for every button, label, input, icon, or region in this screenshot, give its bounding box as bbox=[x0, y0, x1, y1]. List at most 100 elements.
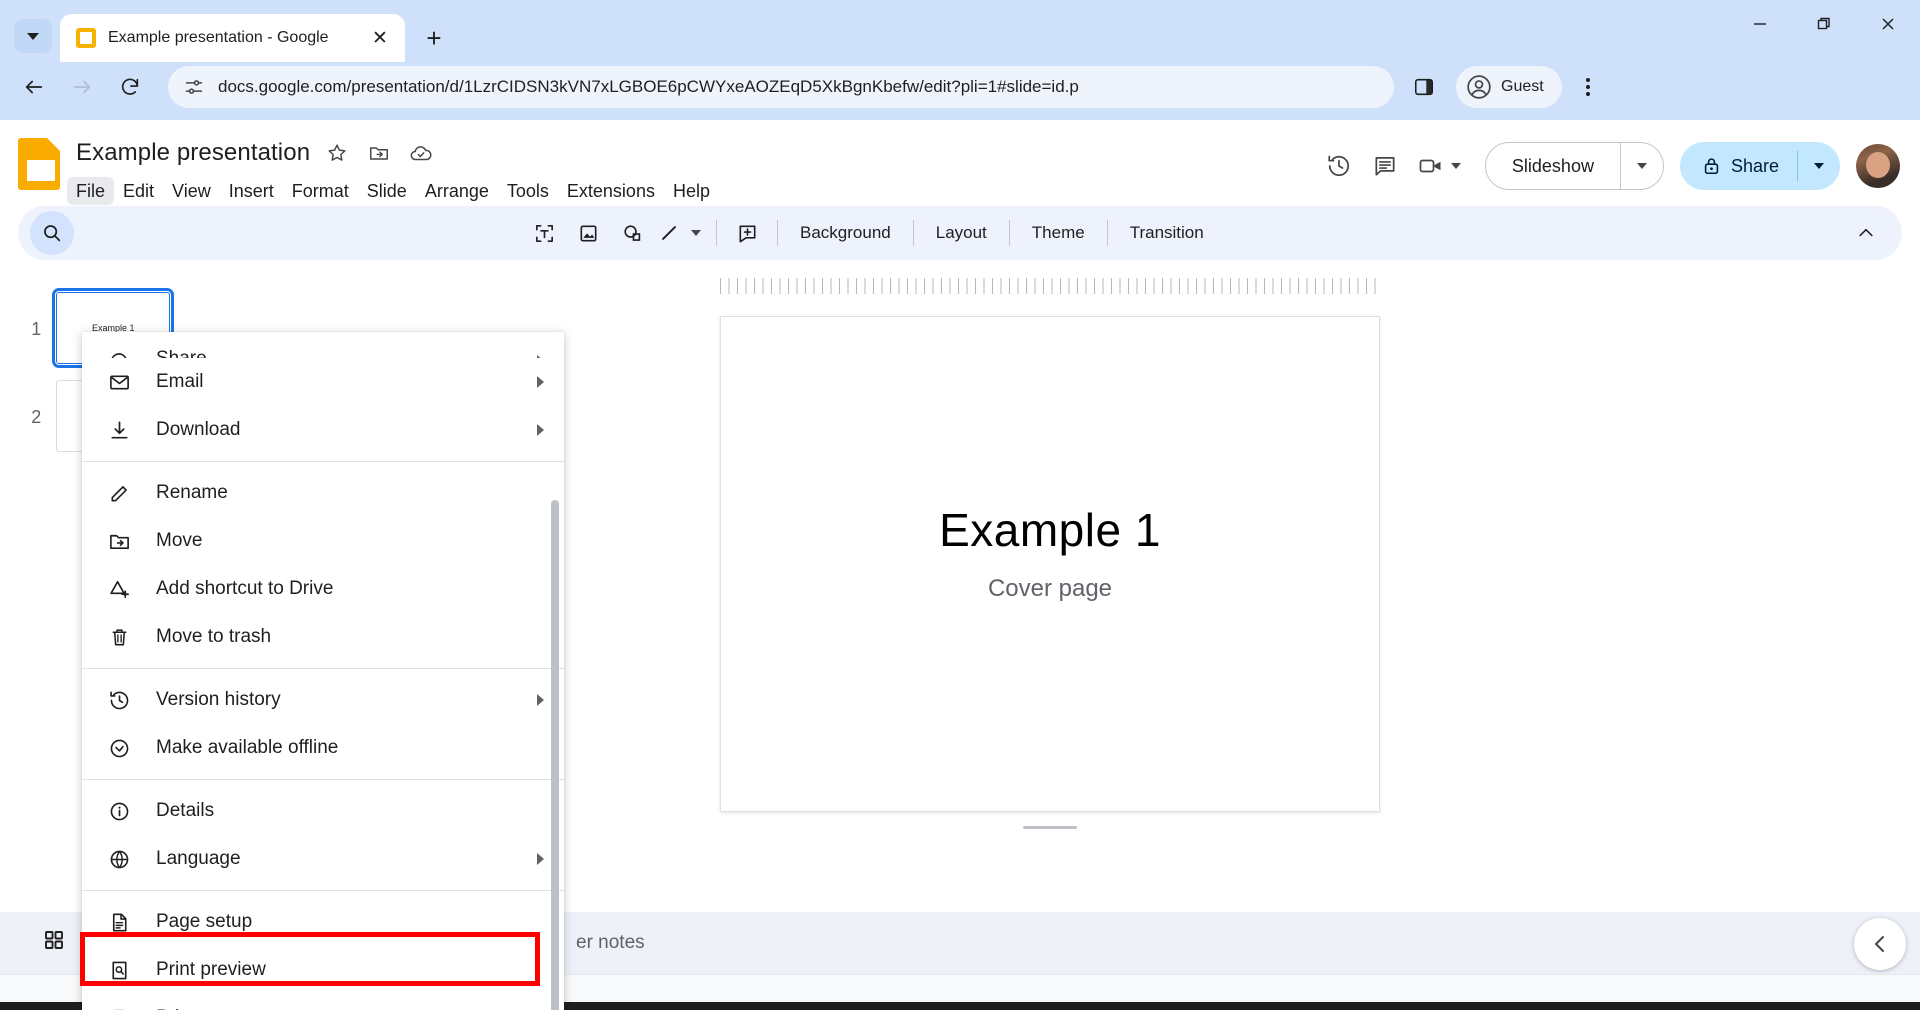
slideshow-label[interactable]: Slideshow bbox=[1486, 156, 1620, 177]
tab-search-icon[interactable] bbox=[14, 19, 52, 53]
menu-item-print[interactable]: Print Ctrl+P bbox=[82, 994, 564, 1010]
menu-arrange[interactable]: Arrange bbox=[416, 177, 498, 205]
browser-tab[interactable]: Example presentation - Google ✕ bbox=[60, 14, 405, 62]
layout-button[interactable]: Layout bbox=[922, 215, 1001, 251]
email-icon bbox=[104, 371, 134, 394]
menu-item-label: Make available offline bbox=[156, 737, 339, 758]
speaker-notes-placeholder[interactable]: er notes bbox=[576, 932, 645, 954]
notes-resize-handle[interactable] bbox=[1023, 826, 1077, 829]
page-title[interactable]: Example presentation bbox=[76, 139, 310, 167]
divider bbox=[1106, 220, 1108, 246]
menu-tools[interactable]: Tools bbox=[498, 177, 558, 205]
menu-item-make-available-offline[interactable]: Make available offline bbox=[82, 724, 564, 772]
line-icon[interactable] bbox=[654, 211, 684, 255]
slide-number: 1 bbox=[31, 319, 42, 339]
menu-item-rename[interactable]: Rename bbox=[82, 469, 564, 517]
chevron-left-icon[interactable] bbox=[1854, 918, 1906, 970]
grid-view-icon[interactable] bbox=[36, 922, 72, 958]
tab-strip: Example presentation - Google ✕ + bbox=[0, 0, 1920, 62]
menu-item-label: Move to trash bbox=[156, 626, 272, 647]
menu-edit[interactable]: Edit bbox=[114, 177, 163, 205]
background-button[interactable]: Background bbox=[786, 215, 905, 251]
pencil-icon bbox=[104, 482, 134, 505]
slideshow-dropdown-button[interactable] bbox=[1621, 163, 1663, 169]
docs-header: Example presentation File Edit View Inse… bbox=[0, 120, 1920, 206]
divider bbox=[777, 220, 778, 246]
star-icon[interactable] bbox=[322, 138, 352, 168]
forward-arrow-icon[interactable] bbox=[60, 65, 104, 109]
transition-button[interactable]: Transition bbox=[1116, 215, 1218, 251]
close-icon[interactable] bbox=[1856, 0, 1920, 48]
slide-subtitle-text[interactable]: Cover page bbox=[721, 575, 1379, 603]
share-button[interactable]: Share bbox=[1679, 142, 1840, 190]
divider bbox=[1008, 220, 1010, 246]
menu-item-move[interactable]: Move bbox=[82, 517, 564, 565]
restore-icon[interactable] bbox=[1792, 0, 1856, 48]
back-arrow-icon[interactable] bbox=[12, 65, 56, 109]
slideshow-button[interactable]: Slideshow bbox=[1484, 142, 1664, 190]
divider bbox=[912, 220, 914, 246]
clock-history-icon[interactable] bbox=[1316, 143, 1362, 189]
new-tab-button[interactable]: + bbox=[411, 18, 457, 58]
menu-item-download[interactable]: Download bbox=[82, 406, 564, 454]
header-actions: Slideshow Share bbox=[1316, 142, 1900, 190]
share-dropdown-button[interactable] bbox=[1798, 163, 1840, 169]
address-bar[interactable]: docs.google.com/presentation/d/1LzrCIDSN… bbox=[168, 66, 1394, 108]
cloud-saved-icon[interactable] bbox=[406, 138, 436, 168]
lock-icon bbox=[1702, 156, 1721, 176]
menu-extensions[interactable]: Extensions bbox=[558, 177, 664, 205]
profile-button[interactable]: Guest bbox=[1456, 66, 1562, 108]
menu-view[interactable]: View bbox=[163, 177, 220, 205]
menu-item-version-history[interactable]: Version history bbox=[82, 676, 564, 724]
minimize-icon[interactable] bbox=[1728, 0, 1792, 48]
tab-search-button[interactable] bbox=[6, 12, 60, 60]
chevron-down-icon bbox=[1636, 163, 1647, 169]
video-camera-icon[interactable] bbox=[1408, 143, 1469, 189]
menu-item-print-preview[interactable]: Print preview bbox=[82, 946, 564, 994]
shape-icon[interactable] bbox=[610, 211, 654, 255]
chevron-down-icon bbox=[1450, 163, 1461, 169]
menu-help[interactable]: Help bbox=[664, 177, 719, 205]
menu-item-label: Page setup bbox=[156, 911, 253, 932]
current-slide[interactable]: Example 1 Cover page bbox=[720, 316, 1380, 812]
close-icon[interactable]: ✕ bbox=[367, 25, 393, 51]
file-dropdown-menu[interactable]: Share Email bbox=[82, 332, 564, 1010]
menu-item-label: Details bbox=[156, 800, 215, 821]
search-icon[interactable] bbox=[30, 211, 74, 255]
account-circle-icon bbox=[1466, 74, 1492, 100]
reload-icon[interactable] bbox=[108, 65, 152, 109]
menu-divider bbox=[82, 668, 564, 669]
menu-divider bbox=[82, 779, 564, 780]
chevron-up-icon[interactable] bbox=[1846, 213, 1886, 253]
menu-item-add-shortcut-to-drive[interactable]: Add shortcut to Drive bbox=[82, 565, 564, 613]
google-slides-logo[interactable] bbox=[18, 138, 60, 190]
three-dot-menu-icon[interactable] bbox=[1566, 65, 1610, 109]
menu-item-share[interactable]: Share bbox=[82, 332, 564, 358]
theme-button[interactable]: Theme bbox=[1018, 215, 1099, 251]
menu-item-label: Version history bbox=[156, 689, 281, 710]
menu-item-language[interactable]: Language bbox=[82, 835, 564, 883]
side-panel-icon[interactable] bbox=[1402, 65, 1446, 109]
menu-item-label: Print preview bbox=[156, 959, 266, 980]
menu-item-email[interactable]: Email bbox=[82, 358, 564, 406]
menu-item-label: Move bbox=[156, 530, 203, 551]
line-dropdown-icon[interactable] bbox=[684, 211, 708, 255]
text-box-icon[interactable] bbox=[522, 211, 566, 255]
slide-title-text[interactable]: Example 1 bbox=[721, 503, 1379, 557]
comment-icon[interactable] bbox=[1362, 143, 1408, 189]
add-comment-icon[interactable] bbox=[725, 211, 769, 255]
menu-item-page-setup[interactable]: Page setup bbox=[82, 898, 564, 946]
menu-scrollbar[interactable] bbox=[551, 500, 559, 1010]
menu-file[interactable]: File bbox=[67, 177, 115, 205]
slide-editor[interactable]: Example 1 Cover page bbox=[720, 316, 1380, 829]
menu-item-move-to-trash[interactable]: Move to trash bbox=[82, 613, 564, 661]
menu-insert[interactable]: Insert bbox=[220, 177, 283, 205]
menu-format[interactable]: Format bbox=[283, 177, 358, 205]
user-avatar[interactable] bbox=[1856, 144, 1900, 188]
image-icon[interactable] bbox=[566, 211, 610, 255]
move-to-folder-icon bbox=[104, 530, 134, 553]
move-to-folder-icon[interactable] bbox=[364, 138, 394, 168]
tune-icon[interactable] bbox=[184, 77, 204, 97]
menu-slide[interactable]: Slide bbox=[358, 177, 416, 205]
menu-item-details[interactable]: Details bbox=[82, 787, 564, 835]
